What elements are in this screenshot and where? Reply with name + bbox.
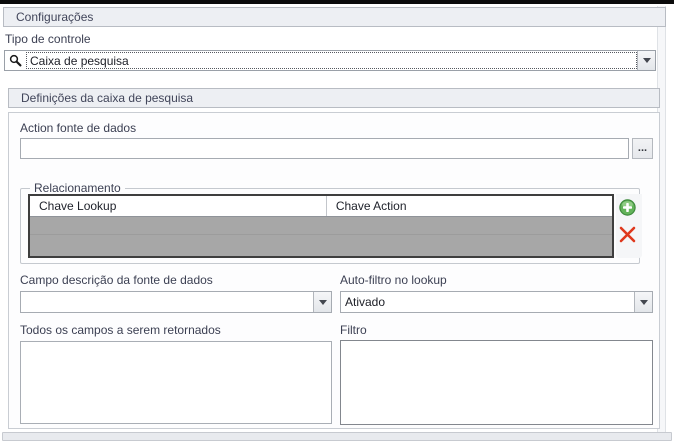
control-type-value: Caixa de pesquisa (26, 52, 637, 69)
auto-filter-dropdown-button[interactable] (634, 292, 652, 312)
description-field-combobox[interactable] (20, 291, 332, 313)
action-source-label: Action fonte de dados (20, 121, 136, 135)
column-header-chave-lookup[interactable]: Chave Lookup (30, 196, 327, 216)
red-x-icon (619, 226, 636, 243)
description-field-dropdown-button[interactable] (313, 292, 331, 312)
chevron-down-icon (643, 58, 651, 63)
returned-fields-textarea[interactable] (20, 341, 332, 424)
filter-textarea[interactable] (340, 340, 653, 425)
action-source-input[interactable] (20, 138, 629, 159)
returned-fields-label: Todos os campos a serem retornados (20, 323, 221, 337)
top-black-bar (0, 0, 674, 4)
browse-button[interactable]: ... (632, 138, 653, 159)
grid-header-row: Chave Lookup Chave Action (30, 196, 612, 217)
page-title: Configurações (3, 7, 666, 27)
delete-row-button[interactable] (619, 226, 636, 243)
control-type-dropdown-button[interactable] (637, 51, 655, 70)
relationship-grid[interactable]: Chave Lookup Chave Action (28, 194, 614, 258)
chevron-down-icon (640, 300, 648, 305)
control-type-combobox[interactable]: Caixa de pesquisa (4, 50, 656, 71)
relationship-group-label: Relacionamento (30, 181, 125, 195)
chevron-down-icon (319, 300, 327, 305)
bottom-splitter-bar[interactable] (2, 432, 672, 441)
section-title: Definições da caixa de pesquisa (8, 88, 660, 108)
grid-empty-row[interactable] (30, 217, 612, 235)
search-icon (5, 51, 26, 70)
plus-circle-icon (619, 199, 636, 216)
filter-label: Filtro (340, 323, 367, 337)
description-field-label: Campo descrição da fonte de dados (20, 273, 213, 287)
column-header-chave-action[interactable]: Chave Action (327, 196, 612, 216)
configuration-window: Configurações Tipo de controle Caixa de … (0, 0, 674, 443)
add-row-button[interactable] (619, 199, 636, 216)
auto-filter-combobox[interactable]: Ativado (340, 291, 653, 313)
description-field-value (21, 292, 313, 312)
auto-filter-value: Ativado (341, 292, 634, 312)
auto-filter-label: Auto-filtro no lookup (340, 273, 447, 287)
control-type-label: Tipo de controle (5, 32, 91, 46)
